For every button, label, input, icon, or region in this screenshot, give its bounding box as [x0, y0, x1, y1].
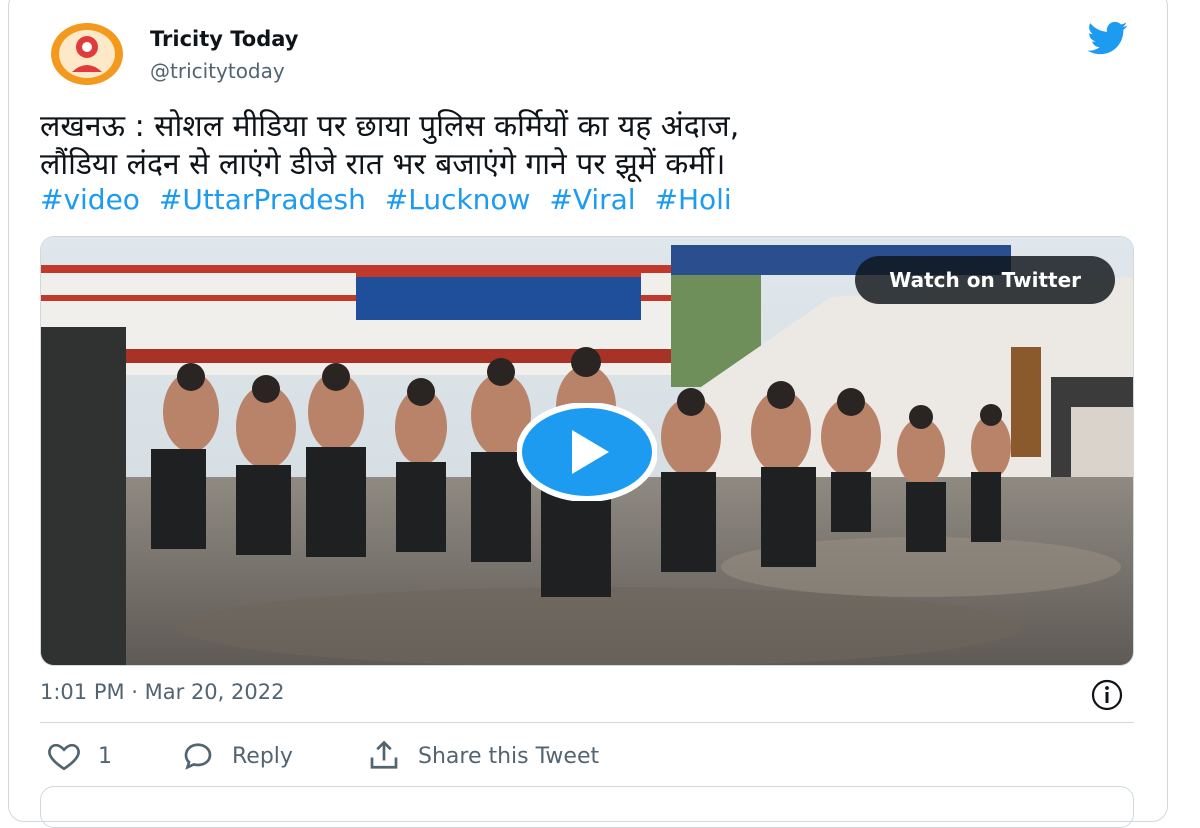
reply-button[interactable]: Reply	[180, 738, 293, 774]
hashtag-link[interactable]: #Holi	[655, 183, 732, 216]
account-handle[interactable]: @tricitytoday	[150, 59, 285, 83]
hashtags: #video #UttarPradesh #Lucknow #Viral #Ho…	[40, 183, 742, 216]
info-icon[interactable]	[1090, 678, 1124, 712]
reply-icon	[184, 743, 212, 770]
hashtag-link[interactable]: #Viral	[549, 183, 635, 216]
share-icon	[370, 740, 398, 769]
tweet-timestamp[interactable]: 1:01 PM · Mar 20, 2022	[40, 680, 284, 704]
hashtag-link[interactable]: #video	[40, 183, 140, 216]
share-label: Share this Tweet	[418, 743, 600, 769]
like-count: 1	[98, 743, 112, 769]
profile-avatar[interactable]	[50, 22, 124, 86]
tweet-text: लखनऊ : सोशल मीडिया पर छाया पुलिस कर्मियो…	[40, 108, 1150, 184]
account-name[interactable]: Tricity Today	[150, 27, 298, 51]
heart-icon	[48, 743, 80, 771]
like-button[interactable]: 1	[46, 738, 112, 774]
share-button[interactable]: Share this Tweet	[366, 738, 599, 774]
hashtag-link[interactable]: #Lucknow	[385, 183, 531, 216]
read-replies-box[interactable]	[40, 786, 1134, 828]
video-media[interactable]: Watch on Twitter	[40, 236, 1134, 666]
twitter-bird-icon[interactable]	[1083, 18, 1133, 58]
watch-on-twitter-button[interactable]: Watch on Twitter	[855, 256, 1115, 304]
tweet-text-line: लौंडिया लंदन से लाएंगे डीजे रात भर बजाएं…	[40, 147, 726, 182]
play-icon[interactable]	[517, 403, 657, 501]
reply-label: Reply	[232, 743, 293, 769]
hashtag-link[interactable]: #UttarPradesh	[159, 183, 366, 216]
divider	[40, 722, 1134, 723]
tweet-text-line: लखनऊ : सोशल मीडिया पर छाया पुलिस कर्मियो…	[40, 109, 740, 144]
